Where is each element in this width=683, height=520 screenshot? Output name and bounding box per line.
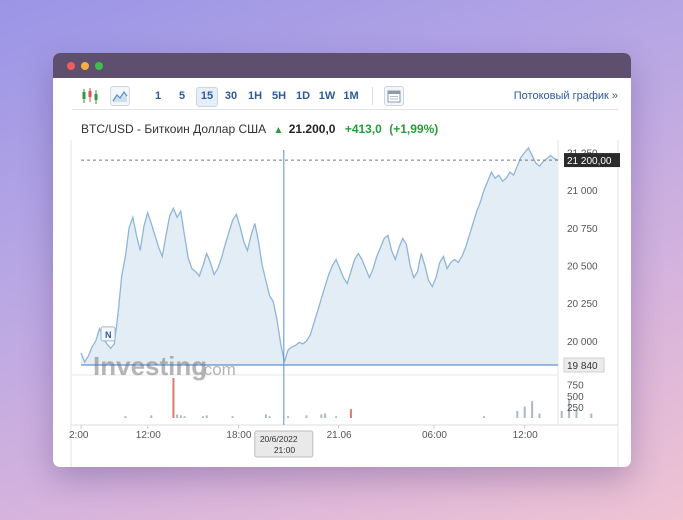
volume-bar [124, 416, 127, 418]
crosshair-price-label: 19 840 [567, 361, 598, 372]
volume-bar [231, 416, 234, 418]
volume-bar [179, 415, 182, 418]
volume-bar [560, 410, 563, 418]
volume-bar [531, 401, 534, 418]
volume-bar [176, 414, 179, 418]
x-tick-label: 2:00 [69, 430, 89, 441]
investing-watermark: Investing [93, 351, 207, 381]
volume-bar [205, 415, 208, 418]
volume-bar [305, 415, 308, 418]
browser-window: 1 5 15 30 1H 5H 1D 1W 1M Потоковый графи… [53, 53, 631, 467]
volume-bar [320, 414, 323, 418]
price-chart[interactable]: Investing.com21 25021 00020 75020 50020 … [53, 53, 631, 467]
volume-bar [172, 378, 175, 418]
volume-tick-label: 500 [567, 392, 584, 403]
volume-bar [183, 416, 186, 418]
y-tick-label: 20 750 [567, 224, 598, 235]
x-tick-label: 12:00 [513, 430, 538, 441]
volume-bar [268, 416, 271, 418]
volume-bar [335, 416, 338, 418]
y-tick-label: 21 000 [567, 186, 598, 197]
news-marker-label: N [105, 330, 112, 340]
y-tick-label: 20 500 [567, 262, 598, 273]
volume-bar [349, 409, 352, 418]
x-tick-label: 06:00 [422, 430, 447, 441]
volume-bar [287, 416, 290, 418]
current-price-label: 21 200,00 [567, 156, 612, 167]
price-area-fill [81, 148, 558, 365]
x-tick-label: 12:00 [136, 430, 161, 441]
y-tick-label: 20 250 [567, 299, 598, 310]
volume-bar [590, 413, 593, 418]
volume-bar [150, 415, 153, 418]
volume-tick-label: 750 [567, 381, 584, 392]
x-tick-label: 18:00 [226, 430, 251, 441]
volume-bar [264, 414, 267, 418]
volume-tick-label: 250 [567, 403, 584, 414]
x-tick-label: 21.06 [327, 430, 352, 441]
investing-watermark-suffix: .com [199, 360, 236, 379]
volume-bar [516, 410, 519, 418]
volume-bar [483, 416, 486, 418]
crosshair-date-label: 20/6/2022 [260, 434, 298, 444]
volume-bar [523, 406, 526, 418]
volume-bar [324, 413, 327, 418]
crosshair-time-label: 21:00 [274, 445, 296, 455]
price-chart-area[interactable]: Investing.com21 25021 00020 75020 50020 … [53, 53, 631, 467]
y-tick-label: 20 000 [567, 337, 598, 348]
volume-bar [202, 416, 205, 418]
volume-bar [538, 413, 541, 418]
